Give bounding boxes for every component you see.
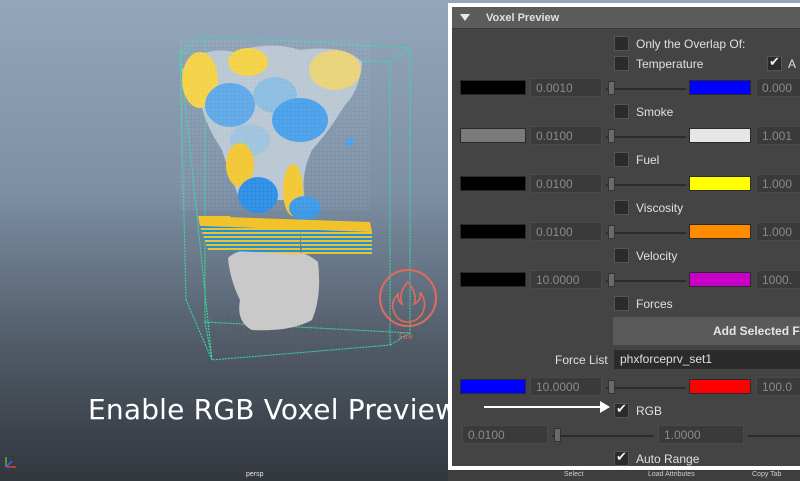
attribute-editor-bottom-bar: Select Load Attributes Copy Tab [448, 471, 800, 481]
rgb-min-slider-handle[interactable] [554, 428, 561, 442]
forces-label: Forces [636, 297, 673, 311]
fuel-slider-handle[interactable] [608, 177, 615, 191]
temperature-max-color[interactable] [689, 80, 751, 95]
forces-checkbox[interactable] [614, 296, 629, 311]
temperature-min-color[interactable] [460, 80, 526, 95]
auto-range-label: Auto Range [636, 452, 700, 466]
temperature-checkbox[interactable] [614, 56, 629, 71]
force-min-color[interactable] [460, 379, 526, 394]
viscosity-min-input[interactable]: 0.0100 [530, 222, 602, 241]
force-list-field[interactable]: phxforceprv_set1 [614, 350, 800, 369]
temperature-slider-handle[interactable] [608, 81, 615, 95]
velocity-slider-handle[interactable] [608, 273, 615, 287]
fuel-label: Fuel [636, 153, 660, 167]
rgb-min-slider-track[interactable] [552, 435, 654, 437]
velocity-label: Velocity [636, 249, 678, 263]
panel-title: Voxel Preview [486, 12, 560, 24]
tutorial-caption: Enable RGB Voxel Preview [88, 393, 459, 426]
viscosity-max-color[interactable] [689, 224, 751, 239]
svg-text:Fire: Fire [399, 332, 413, 341]
fire-icon [379, 269, 437, 327]
fuel-slider-track[interactable] [606, 184, 686, 186]
rgb-max-input[interactable]: 1.0000 [658, 425, 744, 444]
rgb-label: RGB [636, 404, 663, 418]
temperature-extra-checkbox[interactable] [767, 55, 782, 71]
smoke-slider-track[interactable] [606, 136, 686, 138]
force-slider-track[interactable] [606, 387, 686, 389]
temperature-label: Temperature [636, 57, 704, 71]
temperature-slider-track[interactable] [606, 88, 686, 90]
smoke-max-color[interactable] [689, 128, 751, 143]
load-attributes-button[interactable]: Load Attributes [648, 471, 695, 478]
viscosity-min-color[interactable] [460, 224, 526, 239]
smoke-max-input[interactable]: 1.001 [756, 126, 800, 145]
smoke-min-color[interactable] [460, 128, 526, 143]
smoke-checkbox[interactable] [614, 104, 629, 119]
fuel-checkbox[interactable] [614, 152, 629, 167]
rgb-max-slider-track[interactable] [748, 435, 800, 437]
only-overlap-checkbox[interactable] [614, 36, 629, 51]
collapse-triangle-icon[interactable] [460, 14, 470, 21]
velocity-checkbox[interactable] [614, 248, 629, 263]
temperature-extra-label: A [788, 57, 797, 71]
fuel-min-input[interactable]: 0.0100 [530, 174, 602, 193]
voxel-preview-panel: Voxel Preview Only the Overlap Of: Tempe… [448, 3, 800, 470]
rgb-min-input[interactable]: 0.0100 [462, 425, 548, 444]
temperature-min-input[interactable]: 0.0010 [530, 78, 602, 97]
viscosity-slider-handle[interactable] [608, 225, 615, 239]
smoke-label: Smoke [636, 105, 674, 119]
fuel-max-color[interactable] [689, 176, 751, 191]
pointer-arrow [484, 401, 610, 413]
velocity-min-color[interactable] [460, 272, 526, 287]
only-overlap-label: Only the Overlap Of: [636, 37, 746, 51]
viscosity-max-input[interactable]: 1.000 [756, 222, 800, 241]
force-max-color[interactable] [689, 379, 751, 394]
fuel-min-color[interactable] [460, 176, 526, 191]
axis-gizmo-icon [5, 457, 16, 468]
rgb-checkbox[interactable] [614, 402, 629, 418]
force-slider-handle[interactable] [608, 380, 615, 394]
velocity-max-input[interactable]: 1000. [756, 270, 800, 289]
viscosity-label: Viscosity [636, 201, 684, 215]
smoke-min-input[interactable]: 0.0100 [530, 126, 602, 145]
force-list-label: Force List [555, 353, 608, 367]
select-button[interactable]: Select [564, 471, 583, 478]
smoke-slider-handle[interactable] [608, 129, 615, 143]
add-selected-forces-button[interactable]: Add Selected F [613, 317, 800, 345]
velocity-slider-track[interactable] [606, 280, 686, 282]
force-max-input[interactable]: 100.0 [756, 377, 800, 396]
viscosity-checkbox[interactable] [614, 200, 629, 215]
velocity-min-input[interactable]: 10.0000 [530, 270, 602, 289]
viscosity-slider-track[interactable] [606, 232, 686, 234]
temperature-max-input[interactable]: 0.000 [756, 78, 800, 97]
camera-label: persp [246, 471, 264, 478]
velocity-max-color[interactable] [689, 272, 751, 287]
force-min-input[interactable]: 10.0000 [530, 377, 602, 396]
voxel-preview-header[interactable]: Voxel Preview [452, 7, 800, 29]
fuel-max-input[interactable]: 1.000 [756, 174, 800, 193]
auto-range-checkbox[interactable] [614, 450, 629, 466]
copy-tab-button[interactable]: Copy Tab [752, 471, 781, 478]
